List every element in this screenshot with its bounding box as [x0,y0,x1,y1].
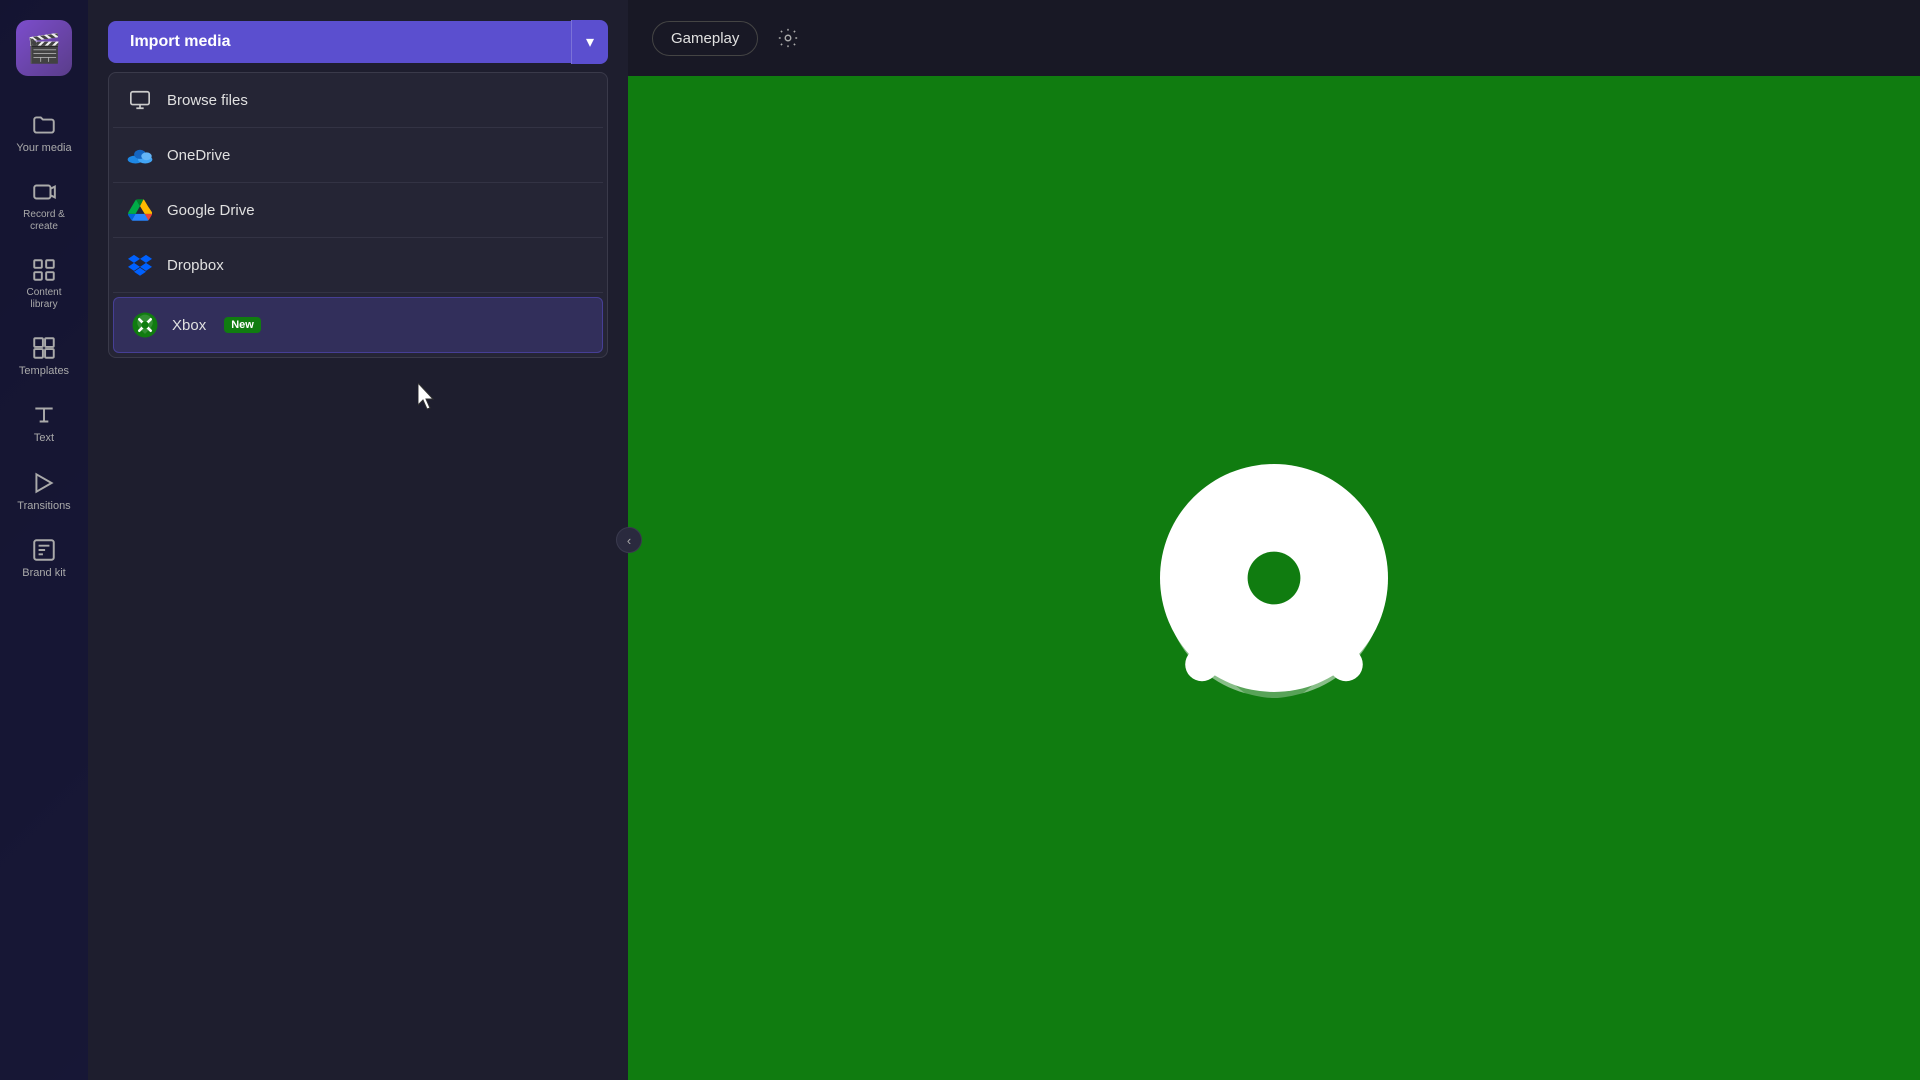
grid-icon [31,257,57,283]
sidebar-label-templates: Templates [19,365,69,378]
sidebar-item-record-create[interactable]: Record & create [0,167,88,245]
sidebar-label-brand-kit: Brand kit [22,567,65,580]
settings-icon [777,27,799,49]
dropbox-label: Dropbox [167,257,224,274]
xbox-icon [132,312,158,338]
xbox-preview-area [628,76,1920,1080]
gameplay-button[interactable]: Gameplay [652,21,758,56]
icon-sidebar: 🎬 Your media Record & create Content lib… [0,0,88,1080]
templates-icon [31,335,57,361]
text-icon [31,402,57,428]
import-media-chevron-button[interactable]: ▾ [571,20,608,64]
dropbox-icon [127,252,153,278]
dropdown-item-google-drive[interactable]: Google Drive [109,183,607,237]
import-media-row: Import media ▾ [108,20,608,64]
dropdown-item-onedrive[interactable]: OneDrive [109,128,607,182]
import-dropdown-menu: Browse files OneDrive [108,72,608,358]
import-media-button[interactable]: Import media [108,21,571,63]
sidebar-label-transitions: Transitions [17,500,70,513]
collapse-panel-button[interactable]: ‹ [616,527,642,553]
dropdown-item-xbox[interactable]: Xbox New [113,297,603,353]
sidebar-item-templates[interactable]: Templates [0,323,88,390]
main-content: Gameplay [628,0,1920,1080]
settings-icon-button[interactable] [770,20,806,56]
sidebar-label-content-library: Content library [26,287,61,311]
sidebar-item-content-library[interactable]: Content library [0,245,88,323]
xbox-label: Xbox [172,317,206,334]
onedrive-label: OneDrive [167,147,230,164]
brand-icon [31,537,57,563]
left-panel: Import media ▾ Browse files [88,0,628,1080]
sidebar-item-your-media[interactable]: Your media [0,100,88,167]
sidebar-label-record-create: Record & create [23,209,65,233]
sidebar-label-your-media: Your media [16,142,71,155]
folder-icon [31,112,57,138]
onedrive-icon [127,142,153,168]
record-icon [31,179,57,205]
dropdown-item-dropbox[interactable]: Dropbox [109,238,607,292]
gdrive-icon [127,197,153,223]
xbox-new-badge: New [224,317,261,333]
sidebar-item-brand-kit[interactable]: Brand kit [0,525,88,592]
monitor-icon [127,87,153,113]
browse-files-label: Browse files [167,92,248,109]
google-drive-label: Google Drive [167,202,255,219]
transitions-icon [31,470,57,496]
main-header: Gameplay [628,0,1920,76]
app-logo: 🎬 [16,20,72,76]
xbox-logo-large [1154,458,1394,698]
sidebar-item-text[interactable]: Text [0,390,88,457]
sidebar-item-transitions[interactable]: Transitions [0,458,88,525]
dropdown-item-browse-files[interactable]: Browse files [109,73,607,127]
sidebar-label-text: Text [34,432,54,445]
